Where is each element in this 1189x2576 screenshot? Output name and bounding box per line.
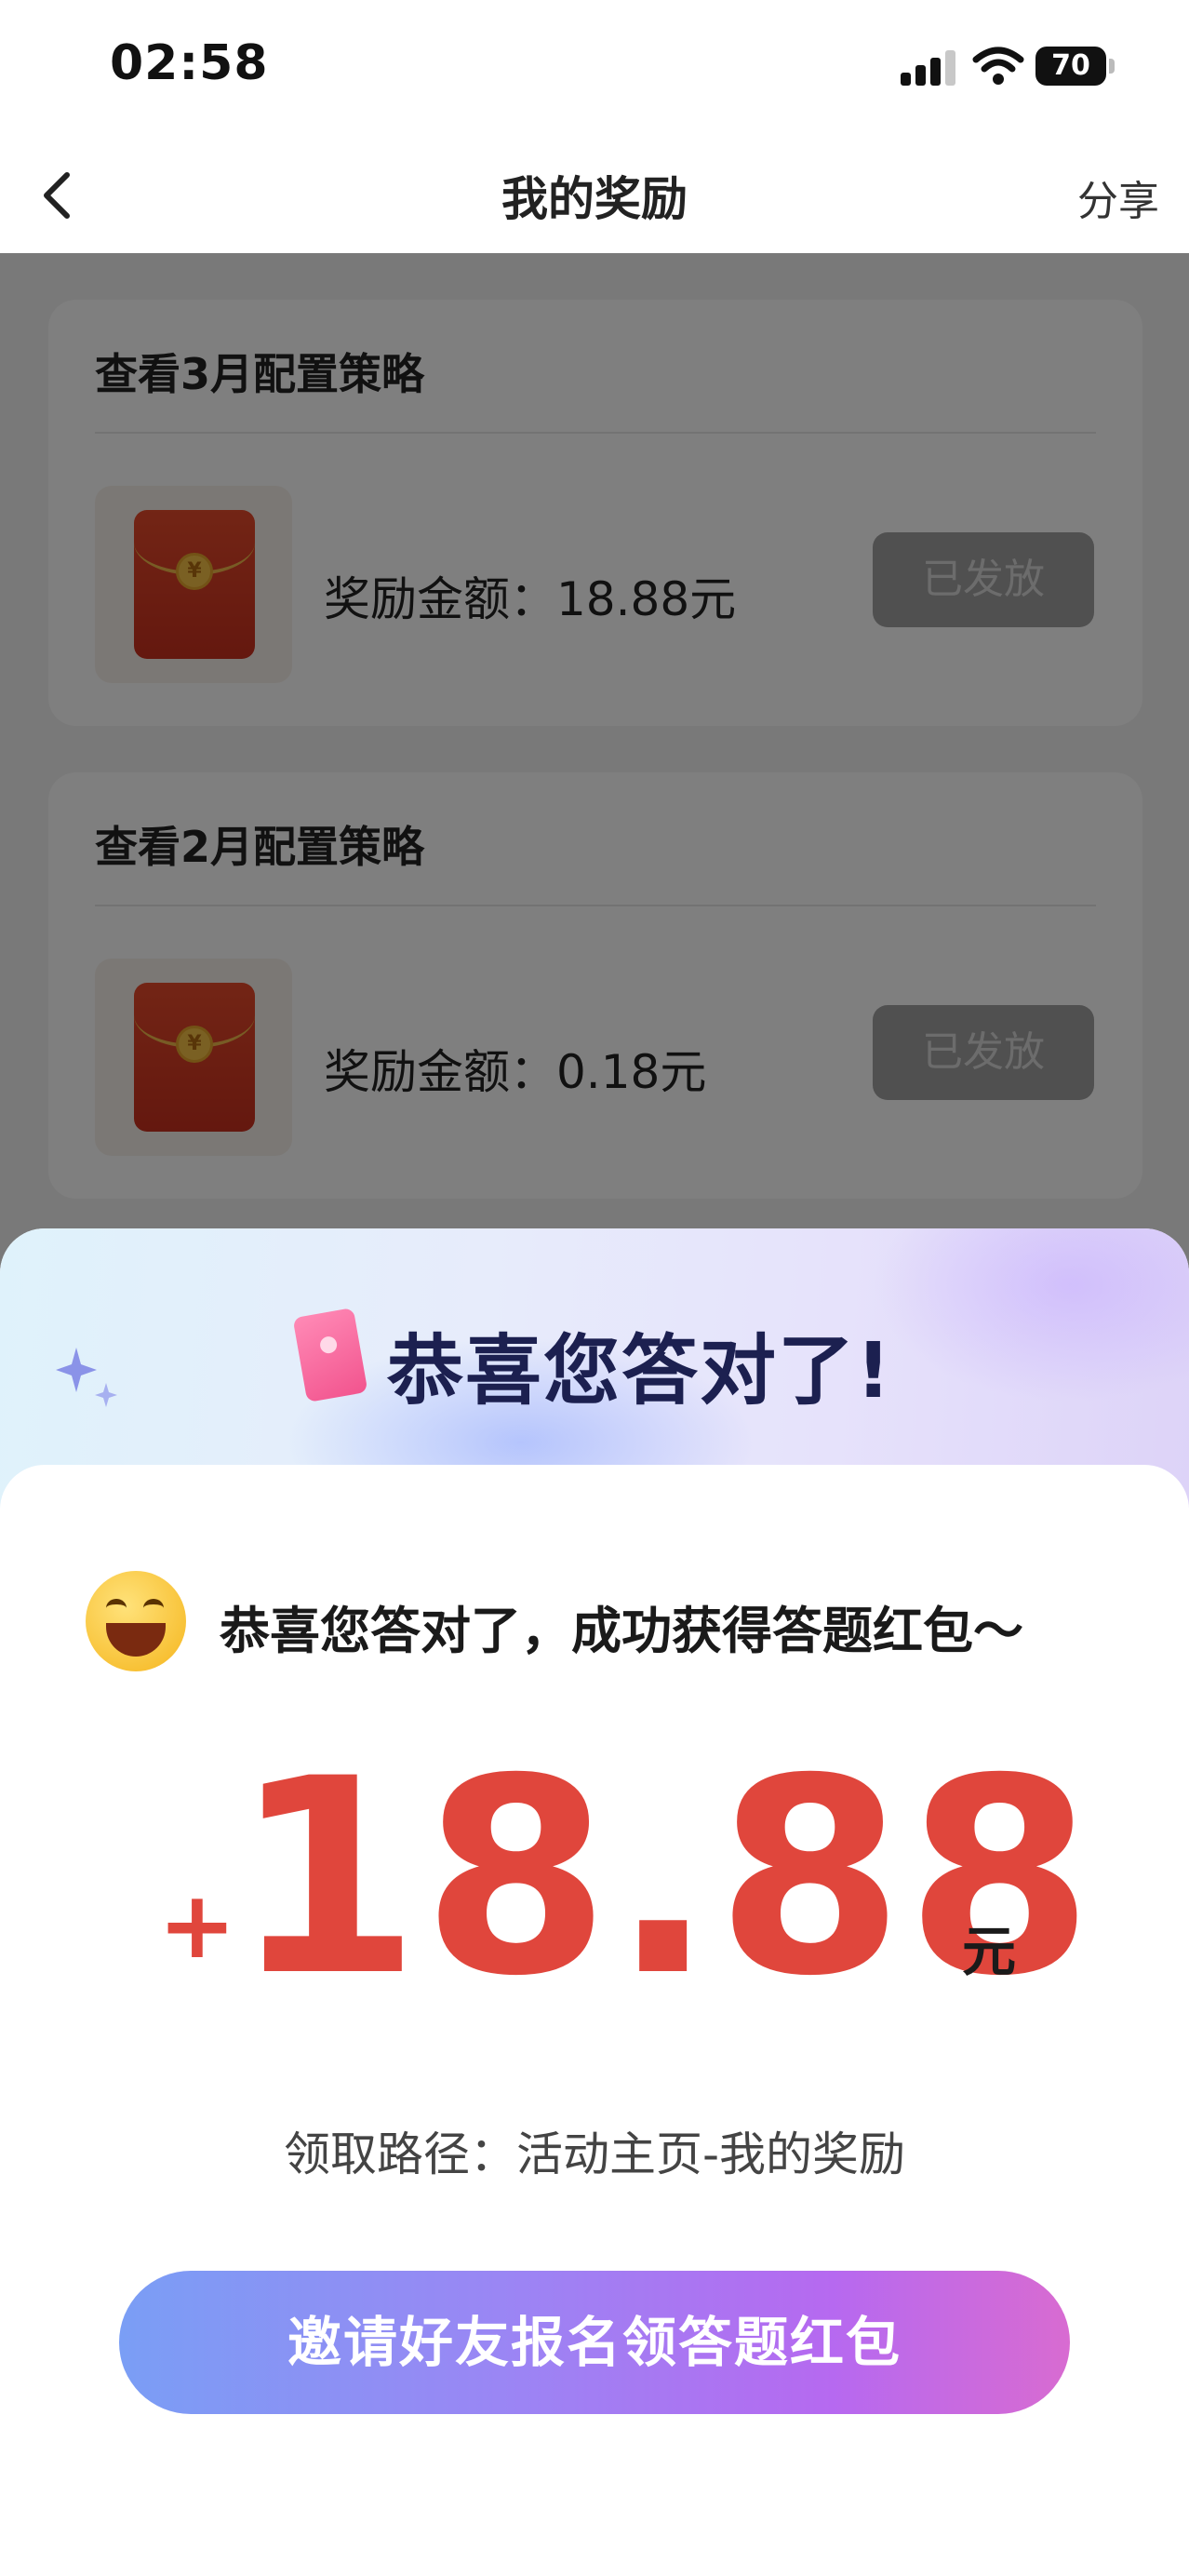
pink-envelope-icon xyxy=(292,1307,368,1403)
reward-bottom-sheet: 恭喜您答对了! 恭喜您答对了，成功获得答题红包～ + 18.88 元 领取路径：… xyxy=(0,1228,1189,2576)
plus-sign: + xyxy=(158,1871,236,1979)
page-title: 我的奖励 xyxy=(501,172,688,226)
currency-unit: 元 xyxy=(962,1920,1017,1983)
wifi-icon xyxy=(972,47,1024,85)
battery-icon: 70 xyxy=(1035,47,1106,86)
congrats-message: 恭喜您答对了，成功获得答题红包～ xyxy=(220,1602,1023,1660)
status-bar: 02:58 70 xyxy=(0,0,1189,140)
share-button[interactable]: 分享 xyxy=(1077,168,1159,227)
status-time: 02:58 xyxy=(110,35,269,91)
invite-friends-button[interactable]: 邀请好友报名领答题红包 xyxy=(119,2271,1070,2414)
battery-cap xyxy=(1109,59,1115,74)
reward-amount-large: 18.88 xyxy=(233,1722,1096,2035)
nav-bar: 我的奖励 分享 xyxy=(0,140,1189,253)
laughing-emoji-icon xyxy=(86,1571,186,1671)
sheet-title: 恭喜您答对了! xyxy=(387,1327,893,1415)
signal-icon xyxy=(901,48,956,86)
sparkle-icon xyxy=(56,1348,117,1407)
claim-path-text: 领取路径：活动主页-我的奖励 xyxy=(283,2127,906,2181)
